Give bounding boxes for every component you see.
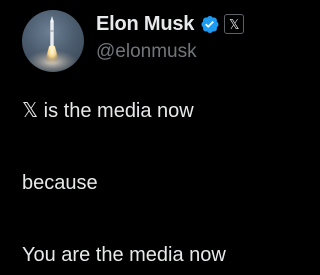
- tweet-card: Elon Musk 𝕏 @elonmusk 𝕏 is the media now…: [0, 0, 307, 275]
- author-name-row: Elon Musk 𝕏: [96, 10, 245, 38]
- tweet-text: 𝕏 is the media now because You are the m…: [22, 96, 302, 270]
- tweet-text-line: 𝕏 is the media now: [22, 100, 194, 122]
- verified-badge-icon[interactable]: [199, 14, 220, 35]
- rocket-launch-icon: [26, 16, 78, 72]
- tweet-text-line: because: [22, 172, 98, 194]
- author-avatar[interactable]: [22, 10, 84, 72]
- tweet-text-line: You are the media now: [22, 244, 226, 266]
- author-handle[interactable]: @elonmusk: [96, 41, 197, 63]
- x-affiliate-badge-icon[interactable]: 𝕏: [224, 14, 245, 34]
- author-display-name[interactable]: Elon Musk: [96, 13, 194, 36]
- tweet-text-spacer: [22, 126, 302, 168]
- tweet-text-spacer: [22, 198, 302, 240]
